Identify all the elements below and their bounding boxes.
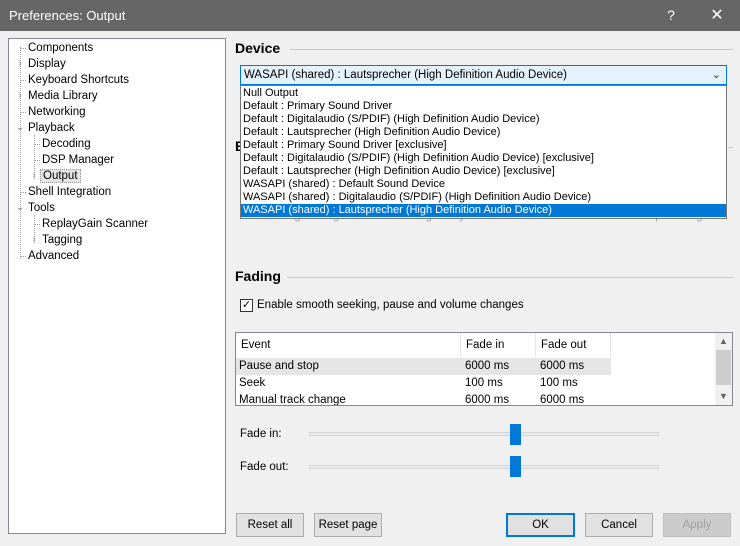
tree-item-components[interactable]: Components [26,40,95,56]
fade-in-cell: 6000 ms [465,394,510,406]
event-cell: Manual track change [239,394,346,406]
title-bar: Preferences: Output ? ✕ [0,0,740,31]
fade-in-label: Fade in: [240,428,282,440]
reset-all-button[interactable]: Reset all [236,513,304,537]
expand-arrow-icon[interactable]: › [15,88,25,104]
device-option-selected[interactable]: WASAPI (shared) : Lautsprecher (High Def… [241,204,726,217]
device-section-title: Device [235,40,281,56]
device-option[interactable]: Default : Digitalaudio (S/PDIF) (High De… [241,113,726,126]
tree-item-decoding[interactable]: Decoding [40,136,93,152]
selected-device-label: WASAPI (shared) : Lautsprecher (High Def… [244,69,567,81]
tree-item-tagging[interactable]: › Tagging [32,232,84,248]
smooth-fading-label[interactable]: Enable smooth seeking, pause and volume … [257,299,524,311]
apply-button[interactable]: Apply [663,513,731,537]
smooth-fading-checkbox[interactable]: ✓ [240,299,253,312]
preferences-tree: Components › Display Keyboard Shortcuts … [8,38,226,534]
collapse-arrow-icon[interactable]: ⌄ [15,200,25,216]
section-divider [728,147,733,148]
tree-item-media-library[interactable]: › Media Library [18,88,100,104]
close-button[interactable]: ✕ [694,0,740,31]
device-option[interactable]: Default : Lautsprecher (High Definition … [241,126,726,139]
output-device-select[interactable]: WASAPI (shared) : Lautsprecher (High Def… [240,65,727,85]
device-option[interactable]: WASAPI (shared) : Default Sound Device [241,178,726,191]
reset-page-button[interactable]: Reset page [314,513,382,537]
event-cell: Pause and stop [239,360,319,372]
fade-events-table: Event Fade in Fade out Pause and stop 60… [235,332,733,406]
table-row[interactable]: Manual track change 6000 ms 6000 ms [236,392,611,406]
scroll-thumb[interactable] [716,350,731,385]
table-row[interactable]: Pause and stop 6000 ms 6000 ms [236,358,611,375]
fading-section-title: Fading [235,268,281,284]
tree-item-tools[interactable]: ⌄ Tools [16,200,57,216]
fade-out-slider-track[interactable] [309,465,659,469]
column-header-fade-in[interactable]: Fade in [461,333,536,357]
tree-guide-line [20,47,21,259]
tree-item-networking[interactable]: Networking [26,104,88,120]
fade-in-cell: 6000 ms [465,360,510,372]
device-option[interactable]: WASAPI (shared) : Digitalaudio (S/PDIF) … [241,191,726,204]
device-option[interactable]: Default : Primary Sound Driver [241,100,726,113]
device-option[interactable]: Null Output [241,87,726,100]
fade-in-slider-track[interactable] [309,432,659,436]
expand-arrow-icon[interactable]: › [29,232,39,248]
cancel-button[interactable]: Cancel [585,513,653,537]
tree-item-keyboard-shortcuts[interactable]: Keyboard Shortcuts [26,72,131,88]
tree-item-playback[interactable]: ⌄ Playback [16,120,77,136]
help-button[interactable]: ? [648,0,694,31]
fade-in-cell: 100 ms [465,377,503,389]
column-header-fade-out[interactable]: Fade out [536,333,611,357]
tree-item-advanced[interactable]: Advanced [26,248,81,264]
scroll-down-icon[interactable]: ▼ [715,388,732,405]
fade-in-slider-thumb[interactable] [510,424,521,445]
fade-out-cell: 6000 ms [540,394,585,406]
tree-item-output[interactable]: › Output [32,168,81,184]
tree-item-shell-integration[interactable]: Shell Integration [26,184,113,200]
device-dropdown-list: Null Output Default : Primary Sound Driv… [240,85,727,219]
fade-out-cell: 6000 ms [540,360,585,372]
table-scrollbar[interactable]: ▲ ▼ [715,333,732,405]
column-header-event[interactable]: Event [236,333,461,357]
expand-arrow-icon[interactable]: › [15,56,25,72]
event-cell: Seek [239,377,266,389]
device-option[interactable]: Default : Primary Sound Driver [exclusiv… [241,139,726,152]
fade-out-label: Fade out: [240,461,289,473]
section-divider [290,49,733,50]
scroll-up-icon[interactable]: ▲ [715,333,732,350]
window-title: Preferences: Output [9,8,126,23]
chevron-down-icon[interactable]: ⌄ [712,66,721,84]
device-option[interactable]: Default : Digitalaudio (S/PDIF) (High De… [241,152,726,165]
ok-button[interactable]: OK [506,513,575,537]
collapse-arrow-icon[interactable]: ⌄ [15,120,25,136]
expand-arrow-icon[interactable]: › [29,168,39,184]
device-option[interactable]: Default : Lautsprecher (High Definition … [241,165,726,178]
fade-out-cell: 100 ms [540,377,578,389]
tree-item-display[interactable]: › Display [18,56,68,72]
tree-item-dsp-manager[interactable]: DSP Manager [40,152,116,168]
tree-item-replaygain-scanner[interactable]: ReplayGain Scanner [40,216,150,232]
fade-out-slider-thumb[interactable] [510,456,521,477]
section-divider [287,277,733,278]
table-row[interactable]: Seek 100 ms 100 ms [236,375,611,392]
